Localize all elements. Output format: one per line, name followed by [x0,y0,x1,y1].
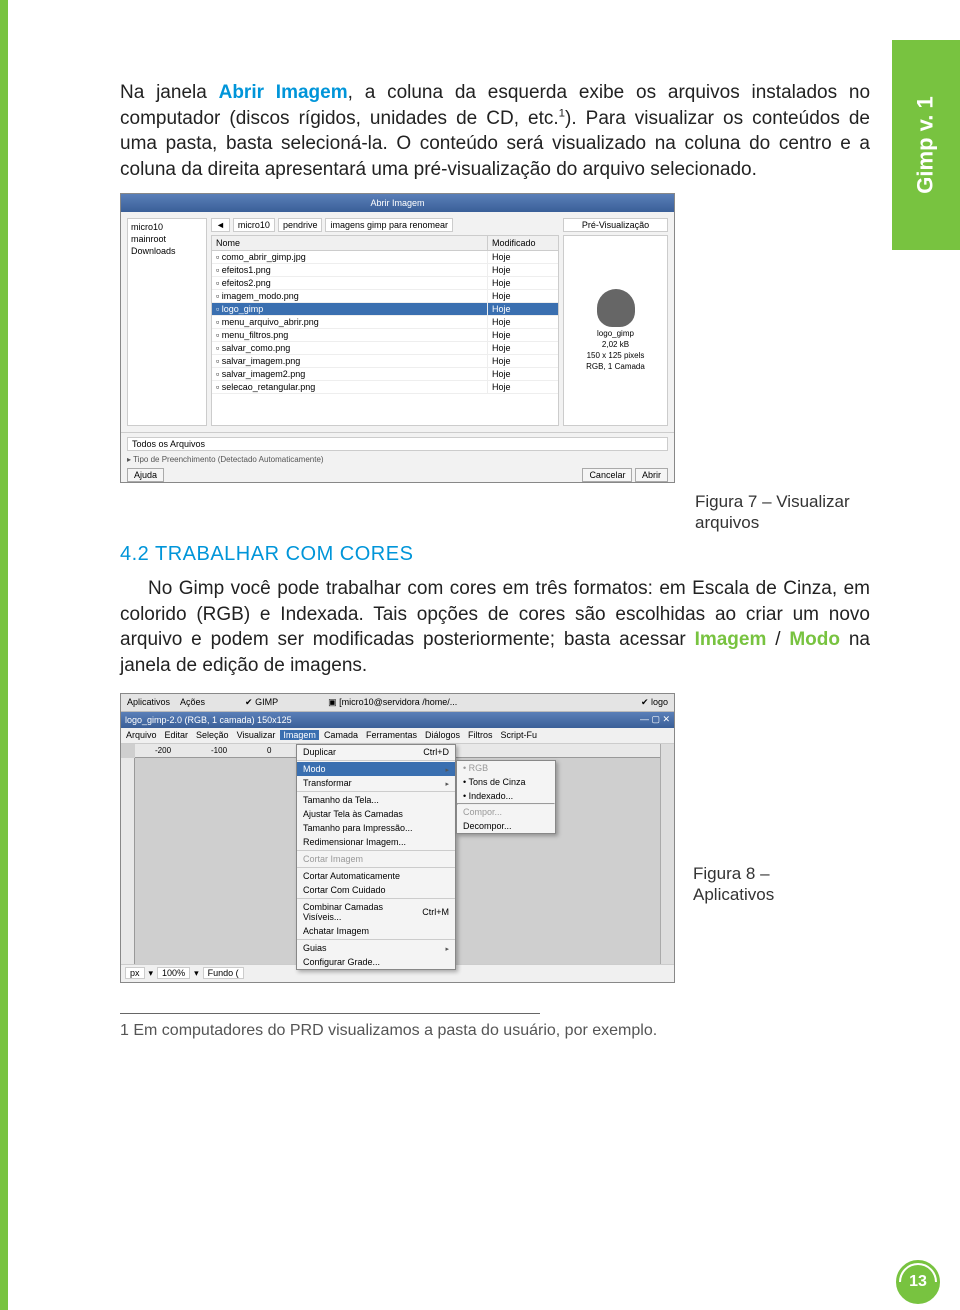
menubar: ArquivoEditarSeleçãoVisualizarImagemCama… [121,728,674,744]
breadcrumb: ◄micro10pendriveimagens gimp para renome… [211,218,559,232]
place-item: mainroot [131,234,203,244]
submenu-item: • Tons de Cinza [457,775,555,789]
ruler-vertical [121,758,135,964]
bold-term-abrir-imagem: Abrir Imagem [219,82,348,103]
file-row: ▫ salvar_como.pngHoje [212,342,558,355]
place-item: micro10 [131,222,203,232]
menu-item: Combinar Camadas Visíveis...Ctrl+M [297,900,455,924]
file-row: ▫ selecao_retangular.pngHoje [212,381,558,394]
window-titlebar: logo_gimp-2.0 (RGB, 1 camada) 150x125— ▢… [121,712,674,728]
menu-item: Modo ▸ [297,762,455,776]
fill-type-label: ▸ Tipo de Preenchimento (Detectado Autom… [127,455,668,464]
modo-submenu: • RGB• Tons de Cinza• Indexado... Compor.… [456,760,556,834]
menu-item: Cortar Imagem [297,852,455,866]
file-row: ▫ menu_arquivo_abrir.pngHoje [212,316,558,329]
file-row: ▫ salvar_imagem2.pngHoje [212,368,558,381]
menu-item: Tamanho para Impressão... [297,821,455,835]
taskbar: AplicativosAções ✔ GIMP ▣ [micro10@servi… [121,694,674,712]
file-row: ▫ como_abrir_gimp.jpgHoje [212,251,558,264]
places-panel: micro10 mainroot Downloads [127,218,207,426]
footnote-1: 1 Em computadores do PRD visualizamos a … [120,1022,870,1040]
help-button: Ajuda [127,468,164,482]
menu-item: Redimensionar Imagem... [297,835,455,849]
scrollbar-vertical [660,744,674,964]
file-list-header: NomeModificado [212,236,558,251]
submenu-item: Decompor... [457,819,555,833]
menu-item: Guias ▸ [297,941,455,955]
open-button: Abrir [635,468,668,482]
footnote-rule [120,1013,540,1014]
figure-8-screenshot: AplicativosAções ✔ GIMP ▣ [micro10@servi… [120,693,675,983]
preview-box: logo_gimp 2,02 kB 150 x 125 pixels RGB, … [563,235,668,426]
figure-8-caption: Figura 8 – Aplicativos [693,863,833,906]
menu-item: Achatar Imagem [297,924,455,938]
section-4-2-heading: 4.2 TRABALHAR COM CORES [120,543,870,566]
menu-item: Cortar Com Cuidado [297,883,455,897]
menu-item: Ajustar Tela às Camadas [297,807,455,821]
figure-7-screenshot: Abrir Imagem micro10 mainroot Downloads … [120,193,675,483]
file-row: ▫ salvar_imagem.pngHoje [212,355,558,368]
menu-item: Cortar Automaticamente [297,869,455,883]
place-item: Downloads [131,246,203,256]
page-number-badge: 13 [896,1260,940,1304]
file-row: ▫ menu_filtros.pngHoje [212,329,558,342]
file-row: ▫ efeitos1.pngHoje [212,264,558,277]
submenu-item: • RGB [457,761,555,775]
submenu-item: • Indexado... [457,789,555,803]
preview-label: Pré-Visualização [563,218,668,232]
menu-item: DuplicarCtrl+D [297,745,455,759]
dialog-titlebar: Abrir Imagem [121,194,674,212]
bold-term-modo: Modo [789,629,840,650]
paragraph-2: No Gimp você pode trabalhar com cores em… [120,576,870,679]
imagem-menu-dropdown: DuplicarCtrl+D Modo ▸Transformar ▸ Tamanho… [296,744,456,970]
menu-item: Transformar ▸ [297,776,455,790]
paragraph-1: Na janela Abrir Imagem, a coluna da esqu… [120,80,870,183]
file-filter: Todos os Arquivos [127,437,668,451]
submenu-item: Compor... [457,805,555,819]
file-row: ▫ logo_gimpHoje [212,303,558,316]
file-row: ▫ efeitos2.pngHoje [212,277,558,290]
gimp-logo-icon [597,289,635,327]
figure-7-caption: Figura 7 – Visualizar arquivos [695,491,870,534]
bold-term-imagem: Imagem [695,629,767,650]
file-row: ▫ imagem_modo.pngHoje [212,290,558,303]
menu-item: Configurar Grade... [297,955,455,969]
cancel-button: Cancelar [582,468,632,482]
menu-item: Tamanho da Tela... [297,793,455,807]
